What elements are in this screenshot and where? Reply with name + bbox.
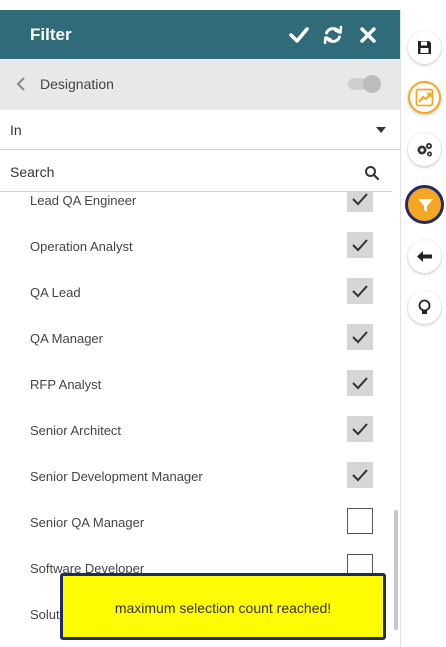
list-item[interactable]: QA Lead <box>0 270 392 316</box>
chevron-left-icon[interactable] <box>14 75 28 93</box>
caret-down-icon <box>376 127 386 133</box>
arrow-left-icon[interactable] <box>408 240 441 273</box>
chart-icon[interactable] <box>408 81 441 114</box>
option-label: Senior Development Manager <box>30 469 203 484</box>
lightbulb-icon[interactable] <box>408 291 441 324</box>
list-item[interactable]: RFP Analyst <box>0 362 392 408</box>
list-item[interactable]: Senior QA Manager <box>0 500 392 546</box>
option-label: RFP Analyst <box>30 377 102 392</box>
gears-icon[interactable] <box>408 133 441 166</box>
toast-message: maximum selection count reached! <box>114 600 332 616</box>
save-icon[interactable] <box>408 31 441 64</box>
field-header: Designation <box>0 59 400 110</box>
list-item[interactable]: Lead QA Engineer <box>0 192 392 224</box>
filter-panel: Filter Designation In Search Lead QA Eng… <box>0 10 401 647</box>
option-checkbox[interactable] <box>347 278 373 304</box>
toggle-knob <box>363 75 381 93</box>
option-checkbox[interactable] <box>347 508 373 534</box>
operator-select[interactable]: In <box>0 110 400 150</box>
search-icon[interactable] <box>364 165 380 181</box>
option-label: Operation Analyst <box>30 239 133 254</box>
option-label: Solut <box>30 607 60 622</box>
right-toolbar <box>402 10 446 647</box>
list-item[interactable]: Operation Analyst <box>0 224 392 270</box>
filter-title: Filter <box>30 25 72 44</box>
option-checkbox[interactable] <box>347 192 373 212</box>
search-input[interactable] <box>0 154 350 190</box>
close-icon[interactable] <box>357 24 379 46</box>
option-checkbox[interactable] <box>347 232 373 258</box>
option-checkbox[interactable] <box>347 324 373 350</box>
option-label: Senior QA Manager <box>30 515 145 530</box>
search-bar <box>0 154 392 192</box>
operator-value: In <box>10 122 22 138</box>
field-toggle[interactable] <box>348 75 381 93</box>
list-item[interactable]: QA Manager <box>0 316 392 362</box>
list-item[interactable]: Senior Architect <box>0 408 392 454</box>
max-selection-toast: maximum selection count reached! <box>60 573 386 640</box>
option-label: Senior Architect <box>30 423 122 438</box>
option-checkbox[interactable] <box>347 416 373 442</box>
check-icon[interactable] <box>288 24 310 46</box>
option-label: Lead QA Engineer <box>30 193 137 208</box>
filter-icon[interactable] <box>405 185 444 224</box>
field-label: Designation <box>40 76 114 92</box>
refresh-icon[interactable] <box>322 24 344 46</box>
option-checkbox[interactable] <box>347 462 373 488</box>
list-scrollbar[interactable] <box>394 510 398 630</box>
option-label: QA Manager <box>30 331 103 346</box>
option-label: QA Lead <box>30 285 81 300</box>
option-checkbox[interactable] <box>347 370 373 396</box>
filter-header: Filter <box>0 10 400 59</box>
list-item[interactable]: Senior Development Manager <box>0 454 392 500</box>
